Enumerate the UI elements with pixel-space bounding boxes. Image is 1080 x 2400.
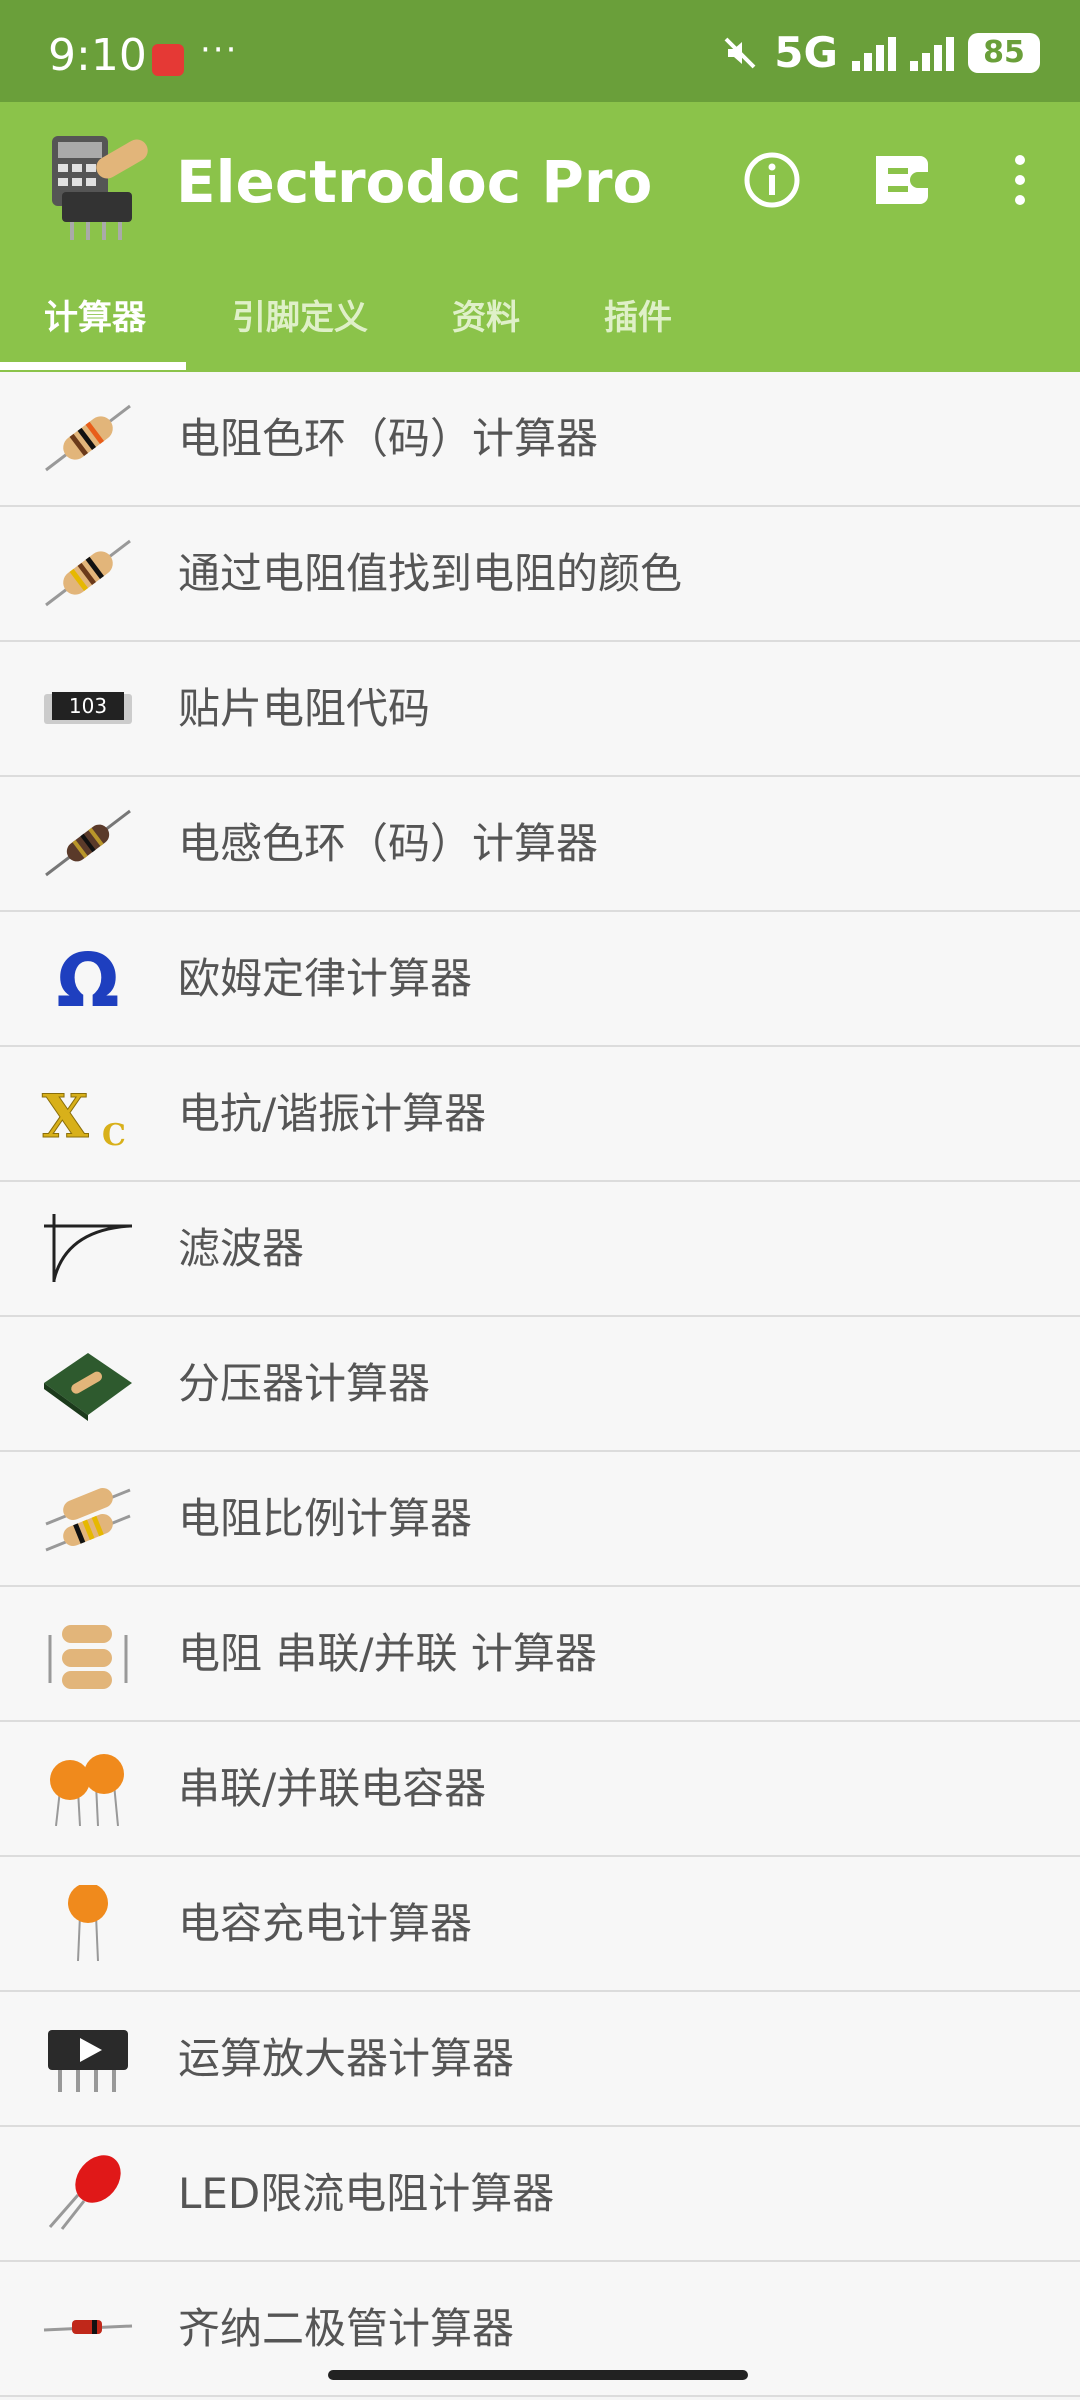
list-item[interactable]: LED限流电阻计算器 xyxy=(0,2127,1080,2262)
item-label: 电感色环（码）计算器 xyxy=(178,819,599,868)
led-icon xyxy=(48,2155,121,2230)
list-item[interactable]: 电阻色环（码）计算器 xyxy=(0,372,1080,507)
item-label: 电阻色环（码）计算器 xyxy=(178,414,599,463)
item-label: 电阻比例计算器 xyxy=(178,1494,473,1543)
capacitor-pair-icon xyxy=(50,1754,124,1826)
home-indicator[interactable] xyxy=(328,2370,748,2380)
tab-bar: 计算器 引脚定义 资料 插件 xyxy=(0,268,1080,372)
resistor-icon xyxy=(45,539,131,607)
pcb-divider-icon xyxy=(44,1353,132,1421)
zener-diode-icon xyxy=(43,2320,133,2334)
list-item[interactable]: 滤波器 xyxy=(0,1182,1080,1317)
item-label: 欧姆定律计算器 xyxy=(178,954,473,1003)
inductor-icon xyxy=(45,809,131,877)
battery-indicator: 85 xyxy=(968,32,1040,73)
list-item[interactable]: 电阻 串联/并联 计算器 xyxy=(0,1587,1080,1722)
resistor-network-icon xyxy=(48,1625,128,1689)
more-notifications-icon: ··· xyxy=(200,30,239,70)
list-item[interactable]: 电感色环（码）计算器 xyxy=(0,777,1080,912)
list-item[interactable]: 串联/并联电容器 xyxy=(0,1722,1080,1857)
network-type: 5G xyxy=(774,28,838,77)
status-bar: 9:10 ··· 5G 85 xyxy=(0,0,1080,102)
item-label: 电容充电计算器 xyxy=(178,1899,473,1948)
tab-calculators[interactable]: 计算器 xyxy=(44,268,146,372)
status-indicators: 5G 85 xyxy=(720,28,1040,77)
item-label: 分压器计算器 xyxy=(178,1359,431,1408)
app-logo-icon xyxy=(52,136,148,240)
app-title: Electrodoc Pro xyxy=(176,148,653,216)
item-label: 电阻 串联/并联 计算器 xyxy=(178,1629,597,1678)
resistor-icon xyxy=(45,404,131,472)
opamp-chip-icon xyxy=(48,2030,128,2092)
mute-icon xyxy=(724,37,756,68)
calculator-list: 电阻色环（码）计算器 通过电阻值找到电阻的颜色 103 贴片电阻代码 电感色环（… xyxy=(0,372,1080,2397)
list-item[interactable]: 电容充电计算器 xyxy=(0,1857,1080,1992)
ohm-icon: Ω xyxy=(57,940,120,1016)
reactance-icon: X C xyxy=(42,1082,126,1152)
capacitor-icon xyxy=(68,1885,108,1961)
tab-resources[interactable]: 资料 xyxy=(452,268,520,372)
list-item[interactable]: 分压器计算器 xyxy=(0,1317,1080,1452)
item-label: 通过电阻值找到电阻的颜色 xyxy=(178,549,683,598)
signal-icon-2 xyxy=(910,35,954,71)
tab-pinouts[interactable]: 引脚定义 xyxy=(232,268,368,372)
svg-text:103: 103 xyxy=(69,694,107,718)
smd-resistor-icon: 103 xyxy=(44,692,132,724)
item-label: 电抗/谐振计算器 xyxy=(178,1089,487,1138)
notification-app-icon xyxy=(152,44,184,76)
item-label: LED限流电阻计算器 xyxy=(178,2169,555,2218)
tab-plugins[interactable]: 插件 xyxy=(604,268,672,372)
filter-curve-icon xyxy=(44,1214,132,1282)
list-item[interactable]: X C 电抗/谐振计算器 xyxy=(0,1047,1080,1182)
list-item[interactable]: 运算放大器计算器 xyxy=(0,1992,1080,2127)
svg-text:Ω: Ω xyxy=(57,940,120,1016)
more-options-icon[interactable] xyxy=(1000,148,1040,212)
item-label: 贴片电阻代码 xyxy=(178,684,431,733)
resistor-pair-icon xyxy=(45,1488,131,1552)
item-label: 滤波器 xyxy=(178,1224,305,1273)
item-label: 运算放大器计算器 xyxy=(178,2034,515,2083)
signal-icon-1 xyxy=(852,35,896,71)
tab-indicator xyxy=(0,362,186,370)
app-bar: Electrodoc Pro 计算器 引脚定义 资料 插件 xyxy=(0,102,1080,372)
extension-icon[interactable] xyxy=(870,148,934,212)
svg-text:X: X xyxy=(42,1082,89,1151)
list-item[interactable]: 通过电阻值找到电阻的颜色 xyxy=(0,507,1080,642)
list-item[interactable]: 电阻比例计算器 xyxy=(0,1452,1080,1587)
status-time: 9:10 xyxy=(48,30,147,81)
info-icon[interactable] xyxy=(740,148,804,212)
item-label: 串联/并联电容器 xyxy=(178,1764,487,1813)
list-item[interactable]: 103 贴片电阻代码 xyxy=(0,642,1080,777)
list-item[interactable]: Ω 欧姆定律计算器 xyxy=(0,912,1080,1047)
svg-text:C: C xyxy=(102,1118,126,1151)
